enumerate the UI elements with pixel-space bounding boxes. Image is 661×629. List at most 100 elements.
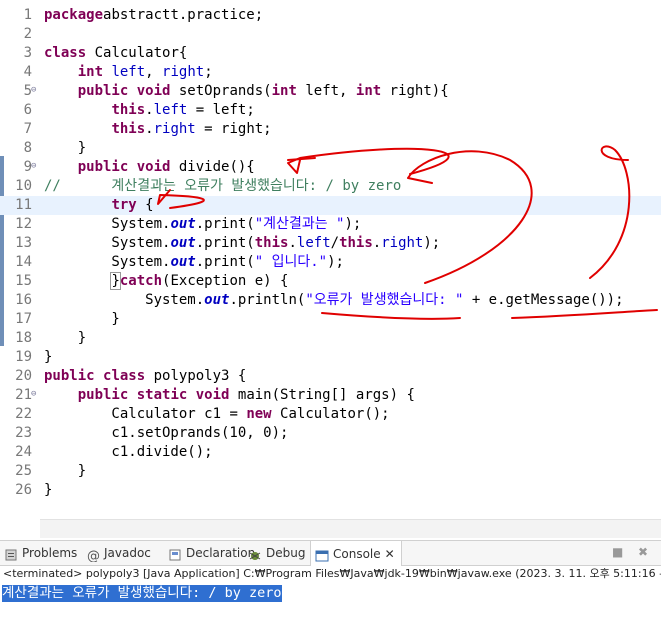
code-line[interactable]: 19} [0, 348, 661, 367]
code-line[interactable]: 6 this.left = left; [0, 101, 661, 120]
code-line[interactable]: 12 System.out.print("계산결과는 "); [0, 215, 661, 234]
code-token: ; [204, 64, 213, 80]
code-token: this [111, 121, 146, 137]
code-editor[interactable]: 1 packageabstractt.practice; 2 3 class Calcu… [0, 0, 661, 538]
terminate-icon[interactable]: ■ [612, 545, 623, 559]
code-text[interactable]: System.out.print(this.left/this.right); [44, 234, 440, 253]
code-token: } [44, 482, 53, 498]
code-token: } [44, 463, 87, 479]
code-text[interactable]: System.out.println("오류가 발생했습니다: " + e.ge… [44, 291, 624, 310]
code-line[interactable]: 23 c1.setOprands(10, 0); [0, 424, 661, 443]
code-line[interactable]: 10 // 계산결과는 오류가 발생했습니다: / by zero [0, 177, 661, 196]
code-text[interactable]: public void setOprands(int left, int rig… [44, 82, 449, 101]
code-token: main(String[] args) { [229, 387, 415, 403]
tab-declaration[interactable]: Declaration [168, 541, 255, 565]
code-line[interactable]: 14 System.out.print(" 입니다."); [0, 253, 661, 272]
code-text[interactable]: packageabstractt.practice; [44, 6, 263, 25]
code-text[interactable]: public static void main(String[] args) { [44, 386, 415, 405]
console-output-area[interactable]: 계산결과는 오류가 발생했습니다: / by zero [0, 584, 661, 629]
remove-icon[interactable]: ✖ [638, 545, 648, 559]
horizontal-scrollbar[interactable] [40, 519, 661, 538]
code-text[interactable]: } [44, 348, 52, 367]
code-text[interactable]: c1.divide(); [44, 443, 212, 462]
code-token: System. [44, 216, 171, 232]
code-line[interactable]: 8 } [0, 139, 661, 158]
tab-label: Console [333, 546, 381, 561]
code-token: System. [44, 254, 171, 270]
code-token: right [162, 64, 205, 80]
tab-debug[interactable]: Debug [248, 541, 305, 565]
code-line[interactable]: 3 class Calculator{ [0, 44, 661, 63]
code-line[interactable]: 2 [0, 25, 661, 44]
code-line[interactable]: 16 System.out.println("오류가 발생했습니다: " + e… [0, 291, 661, 310]
tab-console[interactable]: Console ✕ [310, 541, 402, 566]
code-line[interactable]: 4 int left, right; [0, 63, 661, 82]
code-token: c1 [204, 406, 222, 422]
code-line[interactable]: 21 ⊖ public static void main(String[] arg… [0, 386, 661, 405]
code-line[interactable]: 9 ⊖ public void divide(){ [0, 158, 661, 177]
code-token: } [44, 140, 87, 156]
code-text[interactable]: try { [44, 196, 153, 215]
code-token: + e.getMessage()); [463, 292, 624, 308]
code-token: = [221, 406, 247, 422]
code-text[interactable]: public class polypoly3 { [44, 367, 246, 386]
code-token: package [44, 7, 104, 23]
code-text[interactable]: Calculator c1 = new Calculator(); [44, 405, 389, 424]
code-text[interactable]: this.right = right; [44, 120, 272, 139]
code-token: .print( [195, 216, 255, 232]
code-text[interactable]: public void divide(){ [44, 158, 255, 177]
console-output-text[interactable]: 계산결과는 오류가 발생했습니다: / by zero [2, 585, 282, 602]
tab-label: Problems [22, 546, 78, 560]
code-text[interactable]: } [44, 139, 86, 158]
code-text[interactable]: class Calculator{ [44, 44, 187, 63]
code-token: = right; [195, 121, 272, 137]
code-line[interactable]: 17 } [0, 310, 661, 329]
code-token: , [145, 64, 163, 80]
code-token: public [77, 387, 129, 403]
code-line[interactable]: 11 try { [0, 196, 661, 215]
code-token: public [44, 368, 95, 384]
line-number: 1 [23, 7, 32, 23]
code-token: left [111, 64, 146, 80]
code-text[interactable]: } [44, 310, 119, 329]
code-text[interactable]: } [44, 329, 86, 348]
code-text[interactable]: int left, right; [44, 63, 213, 82]
tab-javadoc[interactable]: @ Javadoc [86, 541, 151, 565]
fold-toggle-icon[interactable]: ⊖ [31, 162, 40, 171]
code-line[interactable]: 18 } [0, 329, 661, 348]
code-text[interactable]: this.left = left; [44, 101, 254, 120]
code-token: class [44, 45, 87, 61]
code-line[interactable]: 1 packageabstractt.practice; [0, 6, 661, 25]
code-token: void [136, 83, 171, 99]
code-line[interactable]: 13 System.out.print(this.left/this.right… [0, 234, 661, 253]
tab-problems[interactable]: Problems [4, 541, 77, 565]
code-text[interactable]: System.out.print("계산결과는 "); [44, 215, 361, 234]
code-text[interactable]: // 계산결과는 오류가 발생했습니다: / by zero [44, 177, 401, 196]
line-number: 3 [23, 45, 32, 61]
code-token: polypoly3 { [145, 368, 247, 384]
code-token: int [77, 64, 104, 80]
code-text[interactable]: }catch(Exception e) { [44, 272, 288, 291]
code-line[interactable]: 26} [0, 481, 661, 500]
code-line[interactable]: 15 }catch(Exception e) { [0, 272, 661, 291]
code-line[interactable]: 5 ⊖ public void setOprands(int left, int … [0, 82, 661, 101]
code-line[interactable]: 20 public class polypoly3 { [0, 367, 661, 386]
code-line[interactable]: 7 this.right = right; [0, 120, 661, 139]
code-text[interactable]: c1.setOprands(10, 0); [44, 424, 288, 443]
close-icon[interactable]: ✕ [385, 542, 395, 566]
code-text[interactable]: } [44, 462, 86, 481]
fold-toggle-icon[interactable]: ⊖ [31, 86, 40, 95]
code-text[interactable]: } [44, 481, 52, 500]
bottom-view-tabs: Problems @ Javadoc Declaration Debug Console … [0, 540, 661, 566]
code-line[interactable]: 25 } [0, 462, 661, 481]
code-token: left, [296, 83, 356, 99]
code-token: int [355, 83, 382, 99]
code-token: .print( [195, 254, 255, 270]
code-line[interactable]: 24 c1.divide(); [0, 443, 661, 462]
code-line[interactable]: 22 Calculator c1 = new Calculator(); [0, 405, 661, 424]
code-text[interactable]: System.out.print(" 입니다."); [44, 253, 344, 272]
fold-toggle-icon[interactable]: ⊖ [31, 390, 40, 399]
